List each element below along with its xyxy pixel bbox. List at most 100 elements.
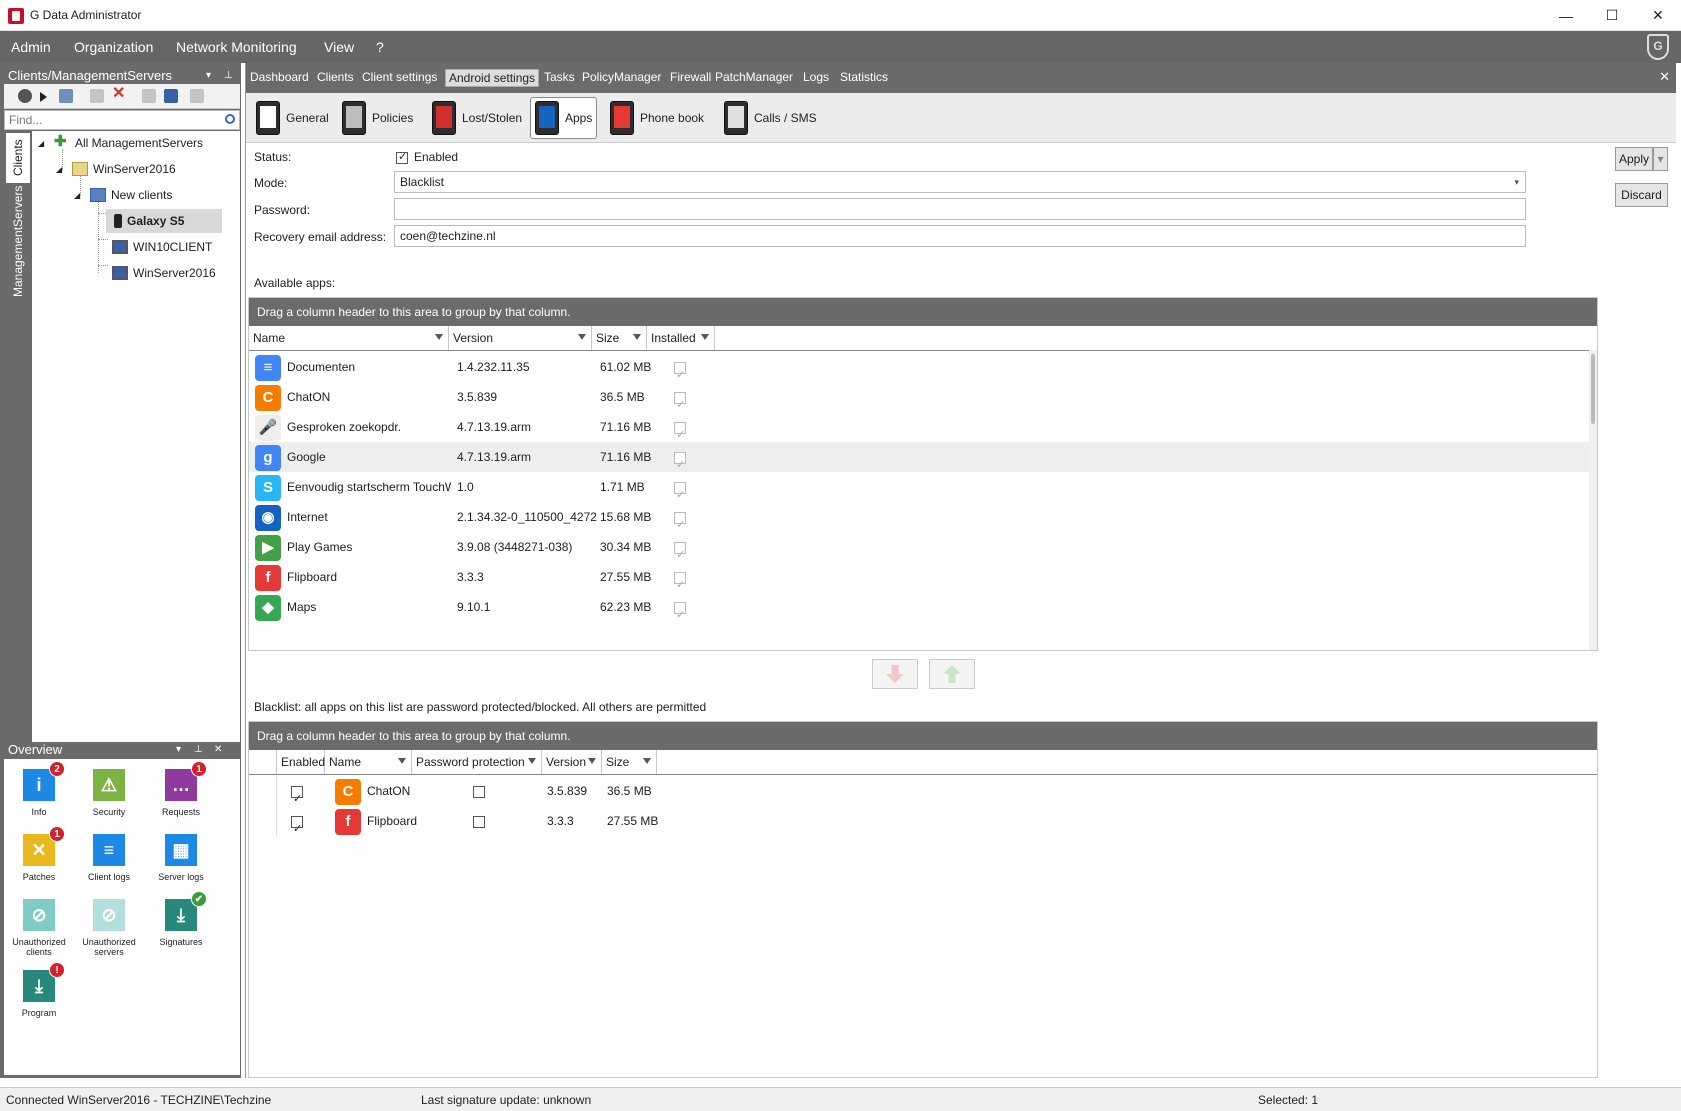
menu-network-monitoring[interactable]: Network Monitoring	[176, 39, 297, 55]
collapse-icon[interactable]: ◢	[38, 139, 48, 148]
password-field[interactable]	[394, 198, 1526, 220]
table-row[interactable]: ◉ Internet 2.1.34.32-0_110500_427229 15.68 …	[249, 502, 1589, 532]
menu-admin[interactable]: Admin	[11, 39, 51, 55]
collapse-icon[interactable]: ◢	[74, 191, 84, 200]
table-row[interactable]: g Google 4.7.13.19.arm 71.16 MB	[249, 442, 1589, 472]
password-protection-checkbox[interactable]	[473, 815, 485, 828]
apply-dropdown-button[interactable]: ▾	[1653, 147, 1668, 171]
tree-node-all-servers[interactable]: ◢ ✚ All ManagementServers	[38, 131, 203, 155]
apps-scrollbar[interactable]	[1589, 350, 1597, 650]
filter-icon[interactable]	[578, 334, 586, 340]
subtab-policies[interactable]: Policies	[338, 97, 417, 139]
filter-icon[interactable]	[588, 758, 596, 764]
tree-node-winserver-client[interactable]: WinServer2016	[112, 261, 216, 285]
filter-icon[interactable]	[701, 334, 709, 340]
column-header-enabled[interactable]: Enabled	[277, 750, 325, 774]
table-row[interactable]: C ChatON 3.5.839 36.5 MB	[249, 776, 1597, 806]
mode-select[interactable]: Blacklist ▾	[394, 171, 1526, 193]
filter-icon[interactable]	[643, 758, 651, 764]
column-header-size[interactable]: Size	[602, 750, 657, 774]
recovery-email-field[interactable]: coen@techzine.nl	[394, 225, 1526, 247]
tab-firewall[interactable]: Firewall	[670, 70, 711, 84]
column-header-password-protection[interactable]: Password protection	[412, 750, 542, 774]
close-window-button[interactable]: ✕	[1635, 0, 1681, 31]
overview-client-logs[interactable]: ≡ Client logs	[74, 834, 144, 882]
filter-icon[interactable]	[528, 758, 536, 764]
monitor-icon[interactable]	[164, 89, 178, 103]
tab-android-settings[interactable]: Android settings	[445, 69, 540, 87]
tab-policymanager[interactable]: PolicyManager	[582, 70, 661, 84]
column-header-name[interactable]: Name	[325, 750, 412, 774]
subtab-phone-book[interactable]: Phone book	[606, 97, 708, 139]
table-row[interactable]: ◆ Maps 9.10.1 62.23 MB	[249, 592, 1589, 622]
pin-icon[interactable]: ⊥	[194, 742, 203, 758]
panel-dropdown-icon[interactable]: ▾	[206, 68, 211, 84]
subtab-lost-stolen[interactable]: Lost/Stolen	[428, 97, 526, 139]
table-row[interactable]: C ChatON 3.5.839 36.5 MB	[249, 382, 1589, 412]
menu-view[interactable]: View	[324, 39, 354, 55]
settings-icon[interactable]	[190, 89, 204, 103]
refresh-icon[interactable]	[18, 89, 32, 103]
tab-client-settings[interactable]: Client settings	[362, 70, 437, 84]
table-row[interactable]: S Eenvoudig startscherm TouchWiz 1.0 1.71 M…	[249, 472, 1589, 502]
filter-icon[interactable]	[398, 758, 406, 764]
column-header-installed[interactable]: Installed	[647, 326, 715, 350]
cut-icon[interactable]	[90, 89, 104, 103]
table-row[interactable]: f Flipboard 3.3.3 27.55 MB	[249, 562, 1589, 592]
panel-dropdown-icon[interactable]: ▾	[176, 742, 181, 758]
move-up-button[interactable]	[929, 659, 975, 689]
add-group-icon[interactable]	[59, 89, 73, 103]
menu-help[interactable]: ?	[376, 39, 384, 55]
tree-node-winserver[interactable]: ◢ WinServer2016	[56, 157, 176, 181]
tab-statistics[interactable]: Statistics	[840, 70, 888, 84]
close-tab-icon[interactable]: ✕	[1659, 69, 1670, 85]
enabled-checkbox[interactable]	[396, 150, 408, 164]
tree-node-win10client[interactable]: WIN10CLIENT	[112, 235, 212, 259]
tab-logs[interactable]: Logs	[803, 70, 829, 84]
subtab-general[interactable]: General	[252, 97, 333, 139]
overview-unauthorized-servers[interactable]: ⊘ Unauthorized servers	[74, 899, 144, 957]
overview-requests[interactable]: … 1 Requests	[146, 761, 216, 817]
search-clients-icon[interactable]	[142, 89, 156, 103]
apply-button[interactable]: Apply	[1615, 147, 1653, 171]
tree-node-galaxy-s5[interactable]: Galaxy S5	[106, 209, 222, 233]
overview-security[interactable]: ⚠ Security	[74, 769, 144, 817]
tab-clients[interactable]: Clients	[6, 133, 30, 183]
column-header-version[interactable]: Version	[449, 326, 592, 350]
find-input[interactable]: Find...	[4, 110, 240, 130]
discard-button[interactable]: Discard	[1615, 183, 1668, 207]
subtab-apps[interactable]: Apps	[530, 97, 598, 139]
table-row[interactable]: 🎤 Gesproken zoekopdr. 4.7.13.19.arm 71.16 M…	[249, 412, 1589, 442]
overview-program[interactable]: ⤓! Program	[4, 962, 74, 1018]
overview-unauthorized-clients[interactable]: ⊘ Unauthorized clients	[4, 899, 74, 957]
close-pane-icon[interactable]: ✕	[214, 742, 222, 758]
menu-organization[interactable]: Organization	[74, 39, 153, 55]
pin-icon[interactable]: ⊥	[224, 68, 233, 84]
group-by-area[interactable]: Drag a column header to this area to gro…	[249, 298, 1597, 326]
table-row[interactable]: ≡ Documenten 1.4.232.11.35 61.02 MB	[249, 352, 1589, 382]
move-down-button[interactable]	[872, 659, 918, 689]
filter-icon[interactable]	[633, 334, 641, 340]
tab-management-servers[interactable]: ManagementServers	[6, 185, 30, 297]
column-header-name[interactable]: Name	[249, 326, 449, 350]
overview-patches[interactable]: ✕ 1 Patches	[4, 826, 74, 882]
enabled-checkbox[interactable]	[291, 784, 303, 806]
column-header-version[interactable]: Version	[542, 750, 602, 774]
expand-icon[interactable]	[40, 92, 47, 102]
tab-patchmanager[interactable]: PatchManager	[715, 70, 793, 84]
search-icon[interactable]	[225, 114, 235, 124]
overview-signatures[interactable]: ⤓ ✔ Signatures	[146, 891, 216, 947]
tree-node-new-clients[interactable]: ◢ New clients	[74, 183, 172, 207]
overview-server-logs[interactable]: ▦ Server logs	[146, 834, 216, 882]
filter-icon[interactable]	[435, 334, 443, 340]
maximize-button[interactable]: ☐	[1589, 0, 1635, 31]
tab-tasks[interactable]: Tasks	[544, 70, 575, 84]
column-header-size[interactable]: Size	[592, 326, 647, 350]
table-row[interactable]: f Flipboard 3.3.3 27.55 MB	[249, 806, 1597, 836]
subtab-calls-sms[interactable]: Calls / SMS	[720, 97, 821, 139]
enabled-checkbox[interactable]	[291, 814, 303, 836]
tab-dashboard[interactable]: Dashboard	[250, 70, 309, 84]
table-row[interactable]: ▶ Play Games 3.9.08 (3448271-038) 30.34 MB	[249, 532, 1589, 562]
minimize-button[interactable]: —	[1543, 0, 1589, 31]
tab-clients[interactable]: Clients	[317, 70, 354, 84]
